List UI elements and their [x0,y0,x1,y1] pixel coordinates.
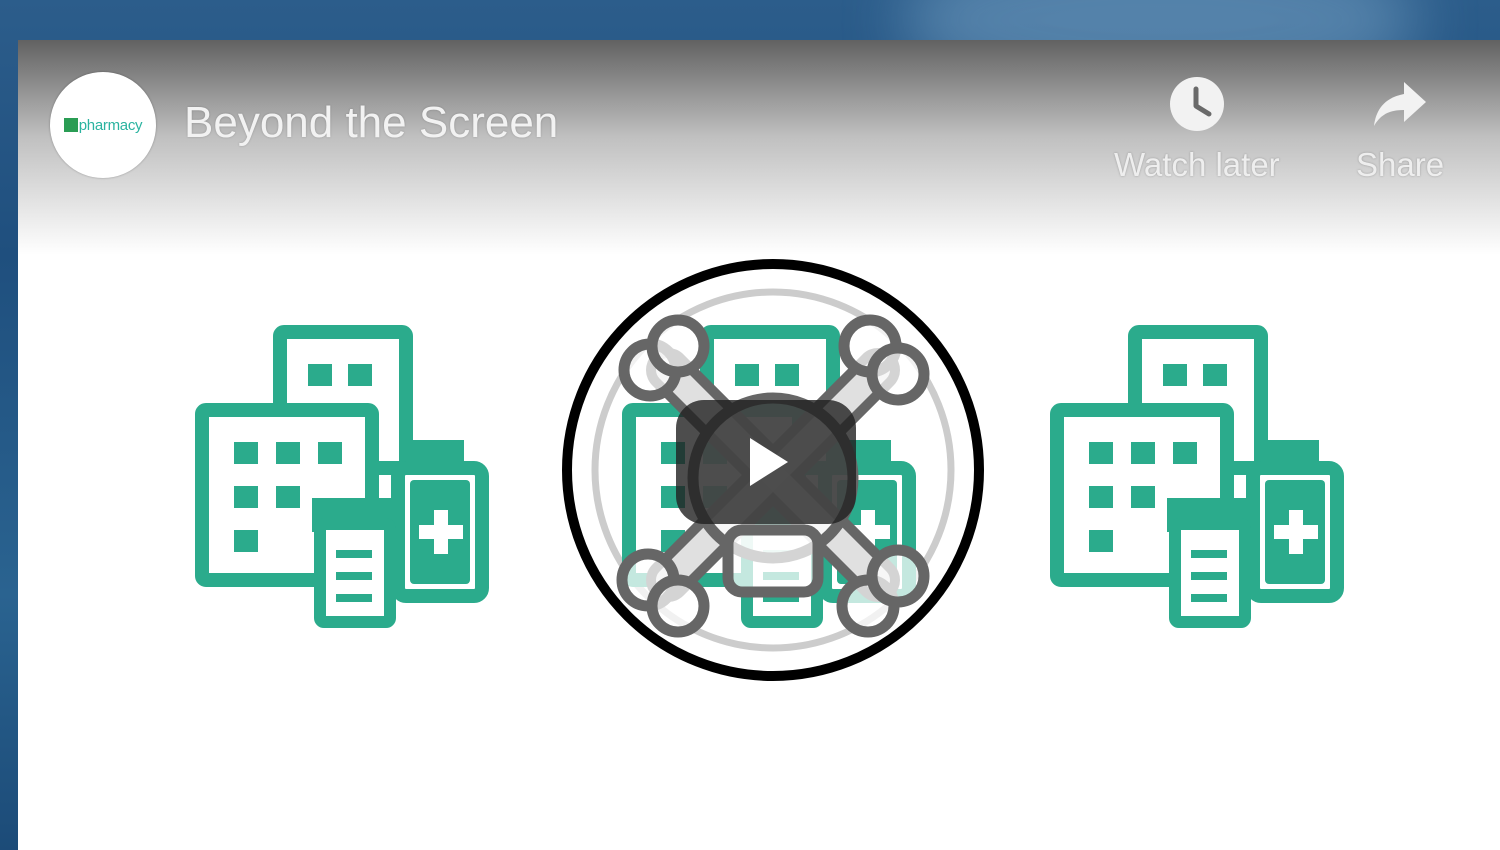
pharmacy-buildings-right [1057,332,1337,622]
video-player[interactable]: pharmacy Beyond the Screen Watch later S… [18,40,1500,850]
channel-avatar[interactable]: pharmacy [50,72,156,178]
video-title[interactable]: Beyond the Screen [184,98,558,148]
watch-later-button[interactable]: Watch later [1114,76,1280,184]
watch-later-label: Watch later [1114,146,1280,183]
play-icon [750,438,788,486]
clock-icon [1169,77,1224,131]
share-label: Share [1356,146,1445,183]
logo-square [63,118,78,132]
pharmacy-buildings-left [202,332,482,622]
share-button[interactable]: Share [1356,76,1444,184]
share-arrow-icon [1374,82,1427,126]
logo-text: pharmacy [78,116,143,134]
play-button[interactable] [676,400,856,524]
pharmacy-logo: pharmacy [63,116,143,134]
